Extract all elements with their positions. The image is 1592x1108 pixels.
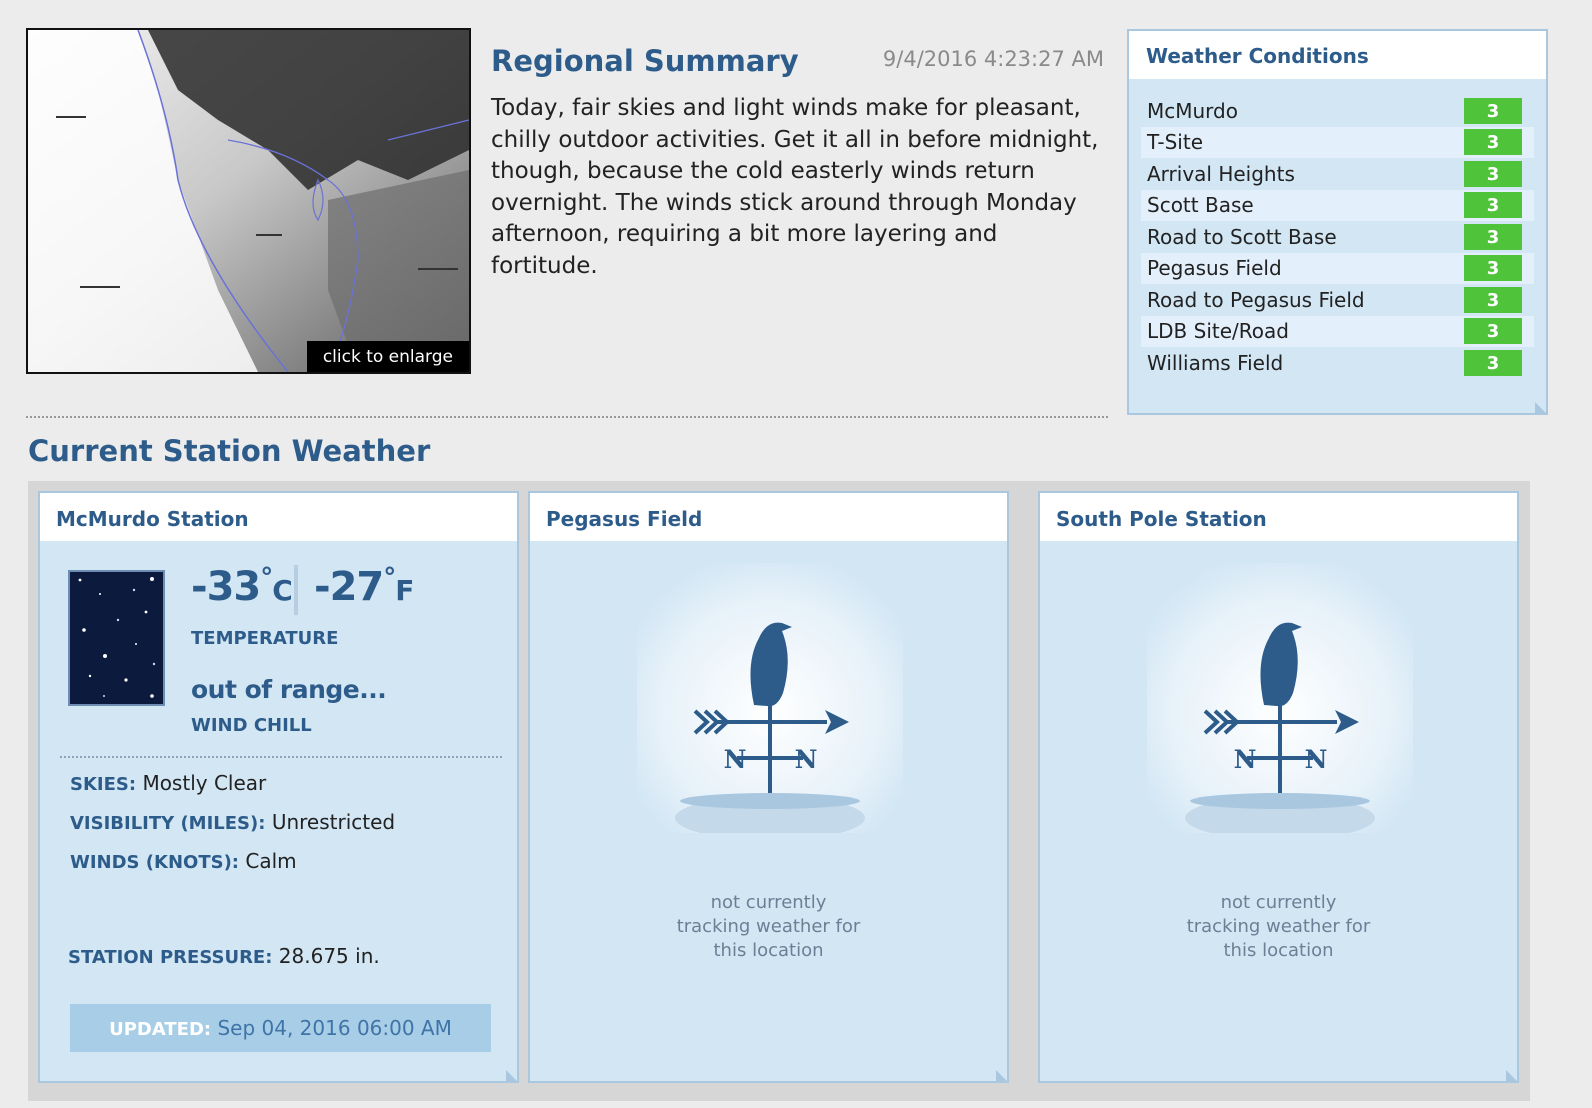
station-name: Pegasus Field xyxy=(530,493,1007,541)
winds-label: WINDS (KNOTS): xyxy=(70,852,239,873)
temp-c-value: -33 xyxy=(191,564,261,610)
condition-name: Williams Field xyxy=(1147,350,1284,375)
svg-text:N: N xyxy=(1305,745,1328,774)
regional-summary-title: Regional Summary xyxy=(491,44,799,78)
current-station-weather-title: Current Station Weather xyxy=(28,434,431,468)
updated-label: UPDATED: xyxy=(109,1019,212,1040)
message-line: tracking weather for xyxy=(1186,916,1371,937)
condition-level-badge: 3 xyxy=(1464,160,1522,187)
condition-name: McMurdo xyxy=(1147,98,1238,123)
condition-name: LDB Site/Road xyxy=(1147,319,1289,344)
condition-name: Road to Pegasus Field xyxy=(1147,287,1365,312)
svg-text:N: N xyxy=(795,745,818,774)
wind-chill-label: WIND CHILL xyxy=(191,715,312,736)
clear-night-icon xyxy=(68,570,165,706)
not-tracking-message: not currently tracking weather for this … xyxy=(530,891,1007,963)
station-card-pegasus: Pegasus Field N N not currently tracking… xyxy=(528,491,1009,1083)
condition-row-williams-field: Williams Field 3 xyxy=(1141,347,1534,379)
degree-symbol: ° xyxy=(383,563,396,593)
condition-row-road-to-scott-base: Road to Scott Base 3 xyxy=(1141,221,1534,253)
skies-row: SKIES: Mostly Clear xyxy=(70,771,266,795)
message-line: not currently xyxy=(710,892,827,913)
condition-name: T-Site xyxy=(1147,130,1203,155)
condition-level-badge: 3 xyxy=(1464,255,1522,282)
temp-f-value: -27 xyxy=(314,564,384,610)
wind-chill-value: out of range... xyxy=(191,675,387,704)
condition-row-mcmurdo: McMurdo 3 xyxy=(1141,95,1534,127)
summary-timestamp: 9/4/2016 4:23:27 AM xyxy=(882,47,1104,71)
condition-level-badge: 3 xyxy=(1464,129,1522,156)
message-line: this location xyxy=(713,940,824,961)
message-line: tracking weather for xyxy=(676,916,861,937)
pressure-value: 28.675 in. xyxy=(278,944,380,968)
condition-row-t-site: T-Site 3 xyxy=(1141,126,1534,158)
unit-c: C xyxy=(272,574,293,607)
condition-name: Arrival Heights xyxy=(1147,161,1295,186)
unit-f: F xyxy=(395,574,414,607)
condition-row-arrival-heights: Arrival Heights 3 xyxy=(1141,158,1534,190)
condition-name: Road to Scott Base xyxy=(1147,224,1337,249)
condition-level-badge: 3 xyxy=(1464,192,1522,219)
condition-name: Pegasus Field xyxy=(1147,256,1282,281)
condition-level-badge: 3 xyxy=(1464,223,1522,250)
click-to-enlarge-label[interactable]: click to enlarge xyxy=(306,341,469,372)
weather-vane-icon: N N xyxy=(637,563,903,840)
svg-text:N: N xyxy=(1234,745,1257,774)
skies-label: SKIES: xyxy=(70,774,137,795)
visibility-value: Unrestricted xyxy=(271,810,396,834)
weather-conditions-title: Weather Conditions xyxy=(1129,31,1546,79)
updated-value: Sep 04, 2016 06:00 AM xyxy=(217,1016,452,1040)
updated-bar: UPDATED: Sep 04, 2016 06:00 AM xyxy=(70,1004,491,1052)
card-divider xyxy=(60,756,502,758)
condition-level-badge: 3 xyxy=(1464,286,1522,313)
pressure-row: STATION PRESSURE: 28.675 in. xyxy=(68,944,380,968)
conditions-list: McMurdo 3 T-Site 3 Arrival Heights 3 Scott … xyxy=(1141,95,1534,379)
temperature-celsius: -33°C xyxy=(191,563,293,610)
satellite-map-thumbnail[interactable]: click to enlarge xyxy=(26,28,471,374)
temperature-label: TEMPERATURE xyxy=(191,628,339,649)
station-name: McMurdo Station xyxy=(40,493,517,541)
station-card-mcmurdo: McMurdo Station -33°C -27°F TEMPERATURE … xyxy=(38,491,519,1083)
station-name: South Pole Station xyxy=(1040,493,1517,541)
visibility-label: VISIBILITY (MILES): xyxy=(70,813,266,834)
corner-fold xyxy=(1535,402,1547,414)
temperature-separator xyxy=(294,565,298,615)
pressure-label: STATION PRESSURE: xyxy=(68,947,273,968)
condition-row-pegasus-field: Pegasus Field 3 xyxy=(1141,252,1534,284)
condition-level-badge: 3 xyxy=(1464,349,1522,376)
condition-row-ldb-site-road: LDB Site/Road 3 xyxy=(1141,315,1534,347)
station-card-south-pole: South Pole Station N N not currently tra… xyxy=(1038,491,1519,1083)
skies-value: Mostly Clear xyxy=(142,771,267,795)
message-line: this location xyxy=(1223,940,1334,961)
satellite-image xyxy=(28,30,469,372)
corner-fold xyxy=(1506,1070,1517,1081)
message-line: not currently xyxy=(1220,892,1337,913)
corner-fold xyxy=(506,1070,517,1081)
condition-row-road-to-pegasus-field: Road to Pegasus Field 3 xyxy=(1141,284,1534,316)
condition-name: Scott Base xyxy=(1147,193,1254,218)
condition-level-badge: 3 xyxy=(1464,318,1522,345)
winds-row: WINDS (KNOTS): Calm xyxy=(70,849,297,873)
condition-row-scott-base: Scott Base 3 xyxy=(1141,189,1534,221)
weather-vane-icon: N N xyxy=(1147,563,1413,840)
winds-value: Calm xyxy=(245,849,297,873)
svg-text:N: N xyxy=(724,745,747,774)
corner-fold xyxy=(996,1070,1007,1081)
visibility-row: VISIBILITY (MILES): Unrestricted xyxy=(70,810,395,834)
weather-conditions-panel: Weather Conditions McMurdo 3 T-Site 3 Arri… xyxy=(1127,29,1548,415)
section-divider xyxy=(26,416,1108,418)
temperature-fahrenheit: -27°F xyxy=(314,563,414,610)
summary-text: Today, fair skies and light winds make f… xyxy=(491,95,1099,279)
degree-symbol: ° xyxy=(260,563,273,593)
not-tracking-message: not currently tracking weather for this … xyxy=(1040,891,1517,963)
condition-level-badge: 3 xyxy=(1464,97,1522,124)
